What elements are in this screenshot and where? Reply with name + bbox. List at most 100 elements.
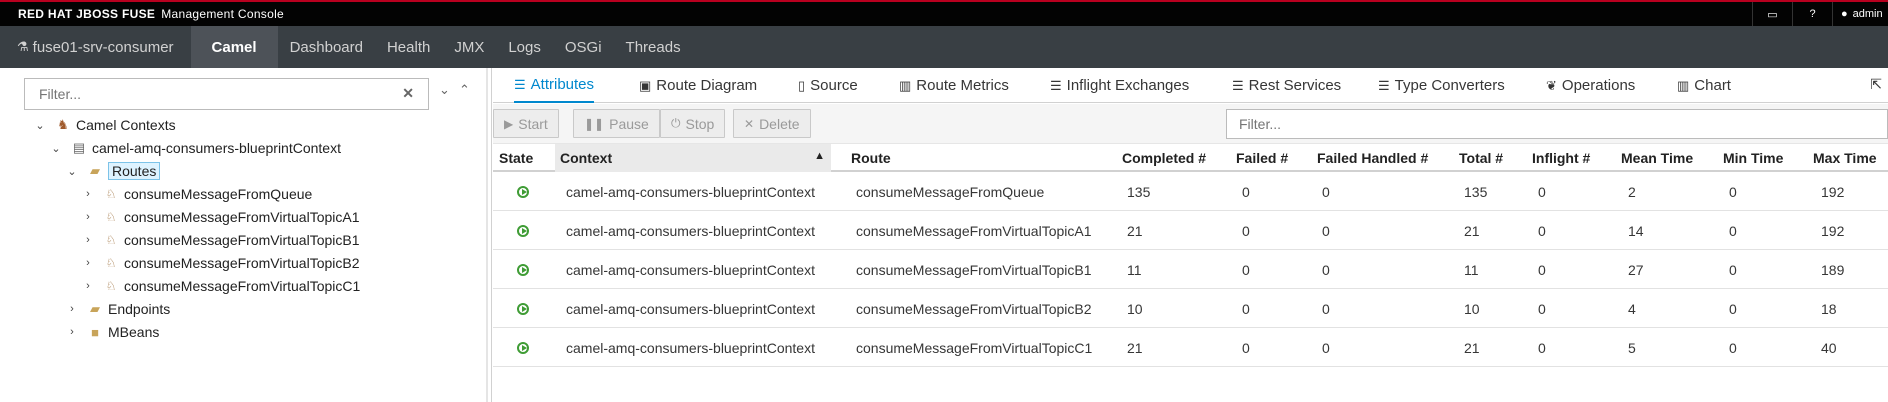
cell-route[interactable]: consumeMessageFromQueue	[856, 172, 1044, 211]
table-row[interactable]: camel-amq-consumers-blueprintContext con…	[493, 328, 1888, 367]
tab-label: Attributes	[530, 76, 595, 93]
column-header-inflight[interactable]: Inflight #	[1532, 144, 1590, 172]
column-header-mean-time[interactable]: Mean Time	[1621, 144, 1693, 172]
collapse-all-icon[interactable]: ⌄	[439, 82, 450, 98]
tab-attributes[interactable]: ☰ Attributes	[514, 68, 595, 103]
table-row[interactable]: camel-amq-consumers-blueprintContext con…	[493, 289, 1888, 328]
nav-tab-logs[interactable]: Logs	[496, 26, 553, 68]
tab-inflight-exchanges[interactable]: ☰ Inflight Exchanges	[1050, 68, 1189, 103]
cell-failed: 0	[1242, 183, 1250, 200]
file-icon: ▤	[72, 140, 86, 155]
cell-max-time: 40	[1821, 339, 1837, 356]
nav-tab-jmx[interactable]: JMX	[442, 26, 496, 68]
cell-max-time: 18	[1821, 300, 1837, 317]
tree-panel: ✕ ⌄ ⌃ ⌄ ♞ Camel Contexts ⌄ ▤ camel-amq-c…	[0, 68, 492, 402]
nav-tab-dashboard[interactable]: Dashboard	[278, 26, 375, 68]
tab-chart[interactable]: ▥ Chart	[1677, 68, 1731, 103]
table-row[interactable]: camel-amq-consumers-blueprintContext con…	[493, 211, 1888, 250]
cell-failed-handled: 0	[1322, 339, 1330, 356]
cell-max-time: 189	[1821, 261, 1845, 278]
tree-node-route[interactable]: › ♘ consumeMessageFromQueue	[82, 183, 312, 205]
column-header-state[interactable]: State	[499, 144, 533, 172]
column-header-total[interactable]: Total #	[1459, 144, 1503, 172]
user-name: admin	[1852, 8, 1883, 20]
tree-filter-input[interactable]	[25, 79, 395, 109]
main-nav: ⚗ fuse01-srv-consumer Camel Dashboard He…	[0, 26, 1888, 68]
column-header-context[interactable]: Context ▲	[555, 144, 831, 172]
cell-failed: 0	[1242, 300, 1250, 317]
caret-down-icon[interactable]: ⌄	[34, 119, 46, 132]
monitor-icon[interactable]: ▭	[1752, 2, 1792, 26]
column-header-max-time[interactable]: Max Time	[1813, 144, 1877, 172]
caret-right-icon[interactable]: ›	[82, 257, 94, 269]
user-menu[interactable]: ● admin	[1832, 2, 1888, 26]
caret-right-icon[interactable]: ›	[82, 211, 94, 223]
clear-icon[interactable]: ✕	[402, 85, 414, 102]
tree-node-routes[interactable]: ⌄ ▰ Routes	[66, 160, 161, 182]
tree-node-route[interactable]: › ♘ consumeMessageFromVirtualTopicB2	[82, 252, 359, 274]
pause-button[interactable]: ❚❚ Pause	[573, 109, 660, 138]
cell-max-time: 192	[1821, 183, 1845, 200]
tab-rest-services[interactable]: ☰ Rest Services	[1232, 68, 1341, 103]
caret-down-icon[interactable]: ⌄	[50, 142, 62, 155]
tree-filter: ✕	[24, 78, 429, 110]
caret-right-icon[interactable]: ›	[82, 280, 94, 292]
caret-right-icon[interactable]: ›	[66, 326, 78, 338]
tree-node-route[interactable]: › ♘ consumeMessageFromVirtualTopicA1	[82, 206, 359, 228]
nav-tab-camel[interactable]: Camel	[190, 26, 278, 68]
delete-button[interactable]: ✕ Delete	[733, 109, 811, 138]
nav-tab-threads[interactable]: Threads	[614, 26, 693, 68]
expand-all-icon[interactable]: ⌃	[459, 82, 470, 98]
stop-button[interactable]: ⏻ Stop	[660, 109, 726, 138]
cell-route[interactable]: consumeMessageFromVirtualTopicC1	[856, 328, 1092, 367]
nav-tab-health[interactable]: Health	[375, 26, 442, 68]
cell-route[interactable]: consumeMessageFromVirtualTopicA1	[856, 211, 1092, 250]
state-running-icon	[517, 211, 529, 250]
cell-failed: 0	[1242, 261, 1250, 278]
help-icon[interactable]: ?	[1792, 2, 1832, 26]
cell-completed: 21	[1127, 339, 1143, 356]
tree-node-mbeans[interactable]: › ■ MBeans	[66, 321, 159, 343]
cell-failed-handled: 0	[1322, 183, 1330, 200]
table-filter-input[interactable]	[1227, 110, 1887, 138]
tree-node-label: MBeans	[108, 324, 160, 340]
table-row[interactable]: camel-amq-consumers-blueprintContext con…	[493, 172, 1888, 211]
panel-splitter[interactable]	[486, 68, 488, 402]
caret-right-icon[interactable]: ›	[82, 188, 94, 200]
user-icon: ●	[1841, 8, 1848, 20]
cell-route[interactable]: consumeMessageFromVirtualTopicB1	[856, 250, 1092, 289]
route-icon: ♘	[105, 256, 117, 270]
cell-route[interactable]: consumeMessageFromVirtualTopicB2	[856, 289, 1092, 328]
table-row[interactable]: camel-amq-consumers-blueprintContext con…	[493, 250, 1888, 289]
tree-node-camel-contexts[interactable]: ⌄ ♞ Camel Contexts	[34, 114, 175, 136]
tab-operations[interactable]: ❦ Operations	[1546, 68, 1635, 103]
column-header-route[interactable]: Route	[851, 144, 891, 172]
cell-failed: 0	[1242, 339, 1250, 356]
column-header-failed[interactable]: Failed #	[1236, 144, 1288, 172]
cell-mean-time: 27	[1628, 261, 1644, 278]
column-header-completed[interactable]: Completed #	[1122, 144, 1206, 172]
external-link-icon[interactable]: ⇱	[1870, 76, 1882, 93]
cell-inflight: 0	[1538, 261, 1546, 278]
tab-route-diagram[interactable]: ▣ Route Diagram	[639, 68, 757, 103]
tab-label: Source	[810, 77, 858, 94]
column-header-min-time[interactable]: Min Time	[1723, 144, 1783, 172]
cell-mean-time: 14	[1628, 222, 1644, 239]
nav-context-selector[interactable]: ⚗ fuse01-srv-consumer	[0, 26, 191, 68]
tree-node-route[interactable]: › ♘ consumeMessageFromVirtualTopicB1	[82, 229, 359, 251]
caret-down-icon[interactable]: ⌄	[66, 165, 78, 178]
cell-total: 21	[1464, 339, 1480, 356]
start-button[interactable]: ▶ Start	[493, 109, 559, 138]
state-running-icon	[517, 289, 529, 328]
tab-source[interactable]: ▯ Source	[798, 68, 858, 103]
tab-route-metrics[interactable]: ▥ Route Metrics	[899, 68, 1009, 103]
nav-tab-osgi[interactable]: OSGi	[553, 26, 614, 68]
caret-right-icon[interactable]: ›	[82, 234, 94, 246]
tree-node-route[interactable]: › ♘ consumeMessageFromVirtualTopicC1	[82, 275, 360, 297]
list-icon: ☰	[1378, 77, 1390, 93]
column-header-failed-handled[interactable]: Failed Handled #	[1317, 144, 1428, 172]
caret-right-icon[interactable]: ›	[66, 303, 78, 315]
tree-node-endpoints[interactable]: › ▰ Endpoints	[66, 298, 170, 320]
tab-type-converters[interactable]: ☰ Type Converters	[1378, 68, 1505, 103]
tree-node-context[interactable]: ⌄ ▤ camel-amq-consumers-blueprintContext	[50, 137, 341, 159]
